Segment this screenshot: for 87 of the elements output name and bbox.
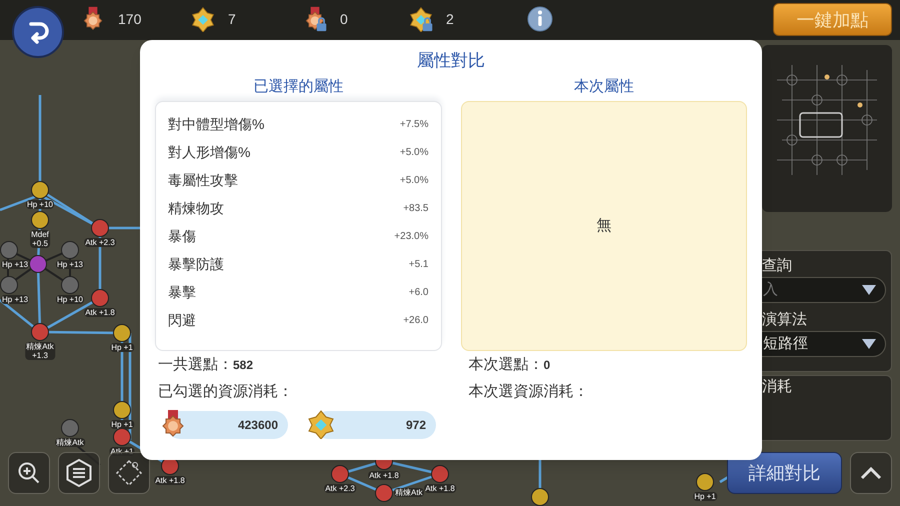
skill-node[interactable]: [91, 289, 109, 307]
skill-node[interactable]: [331, 465, 349, 483]
attribute-value: +5.0%: [400, 146, 428, 160]
algorithm-label: 演算法: [762, 310, 807, 330]
node-label: Atk +1.8: [154, 476, 186, 485]
node-label: Mdef +0.5: [30, 230, 50, 248]
zoom-in-icon: [17, 461, 41, 485]
dropdown-arrow-icon: [861, 284, 877, 296]
skill-node[interactable]: [113, 324, 131, 342]
dropdown-arrow-icon: [861, 338, 877, 350]
node-label: Hp +10: [26, 200, 54, 209]
node-label: Hp +13: [1, 260, 30, 269]
cost-label: 消耗: [762, 377, 792, 397]
node-label: Atk +1.8: [424, 484, 456, 493]
total-points-label: 一共選點：: [158, 356, 233, 373]
menu-button[interactable]: [58, 452, 100, 494]
skill-node[interactable]: [0, 276, 18, 294]
node-label: Atk +1.8: [84, 308, 116, 317]
skill-node[interactable]: [29, 255, 47, 273]
info-icon[interactable]: [527, 6, 553, 32]
attribute-value: +26.0: [403, 314, 428, 328]
minimap[interactable]: [762, 45, 892, 212]
skill-node[interactable]: [31, 323, 49, 341]
node-label: Hp +1: [110, 343, 134, 352]
diamond-grid-icon: [115, 459, 143, 487]
attribute-name: 毒屬性攻擊: [168, 170, 238, 190]
dropdown-value: 入: [763, 280, 778, 300]
empty-text: 無: [596, 216, 612, 236]
dialog-title: 屬性對比: [417, 50, 485, 72]
skill-node[interactable]: [375, 484, 393, 502]
attribute-name: 對人形增傷%: [168, 142, 250, 162]
node-label: Hp +1: [693, 492, 717, 501]
skill-node[interactable]: [531, 488, 549, 506]
skill-node[interactable]: [61, 241, 79, 259]
attribute-name: 閃避: [168, 310, 196, 330]
skill-node[interactable]: [113, 428, 131, 446]
node-label: 精煉Atk: [55, 438, 85, 447]
attribute-name: 對中體型增傷%: [168, 114, 264, 134]
collapse-button[interactable]: [850, 452, 892, 494]
cost-amount: 423600: [238, 417, 278, 434]
attribute-value: +6.0: [408, 286, 428, 300]
node-label: Hp +1: [110, 420, 134, 429]
skill-node[interactable]: [431, 465, 449, 483]
skill-node[interactable]: [91, 219, 109, 237]
current-points-label: 本次選點：: [468, 356, 544, 373]
attribute-value: +5.0%: [400, 174, 428, 188]
node-label: Atk +1.8: [368, 471, 400, 480]
crystal-cube-icon: [306, 409, 336, 439]
node-label: Hp +13: [56, 260, 84, 269]
query-label: 查詢: [762, 256, 792, 276]
node-label: Atk +2.3: [324, 484, 356, 493]
node-label: 精煉Atk +1.3: [25, 342, 55, 360]
attribute-value: +5.1: [408, 258, 428, 272]
cost-amount: 972: [406, 417, 426, 434]
resource-count: 7: [228, 10, 236, 28]
zoom-button[interactable]: [8, 452, 50, 494]
menu-icon: [64, 458, 94, 488]
current-points-value: 0: [544, 358, 550, 372]
dropdown-value: 短路徑: [763, 334, 808, 354]
node-label: Atk +2.3: [84, 238, 116, 247]
skill-node[interactable]: [61, 276, 79, 294]
column-header: 已選擇的屬性: [252, 77, 344, 97]
cost-label: 本次選資源消耗：: [468, 382, 590, 402]
cost-label: 已勾選的資源消耗：: [158, 382, 294, 402]
attribute-value: +7.5%: [400, 118, 428, 132]
resource-count: 170: [118, 10, 142, 28]
skill-node[interactable]: [31, 181, 49, 199]
node-label: Hp +13: [1, 295, 30, 304]
attribute-value: +83.5: [403, 202, 428, 216]
resource-count: 0: [340, 10, 348, 28]
skill-node[interactable]: [0, 241, 18, 259]
chevron-up-icon: [860, 466, 882, 480]
node-label: 精煉Atk: [394, 488, 424, 497]
back-button[interactable]: [12, 6, 64, 58]
attribute-value: +23.0%: [394, 230, 428, 244]
attribute-name: 暴傷: [168, 226, 196, 246]
total-points-value: 582: [233, 358, 254, 372]
compare-button[interactable]: 詳細對比: [727, 452, 842, 494]
attribute-name: 暴擊防護: [168, 254, 224, 274]
resource-count: 2: [446, 10, 454, 28]
skill-node[interactable]: [61, 419, 79, 437]
attribute-name: 精煉物攻: [168, 198, 224, 218]
skill-node[interactable]: [113, 401, 131, 419]
skill-node[interactable]: [696, 473, 714, 491]
node-label: Hp +10: [56, 295, 84, 304]
column-header: 本次屬性: [572, 77, 635, 97]
attribute-name: 暴擊: [168, 282, 196, 302]
